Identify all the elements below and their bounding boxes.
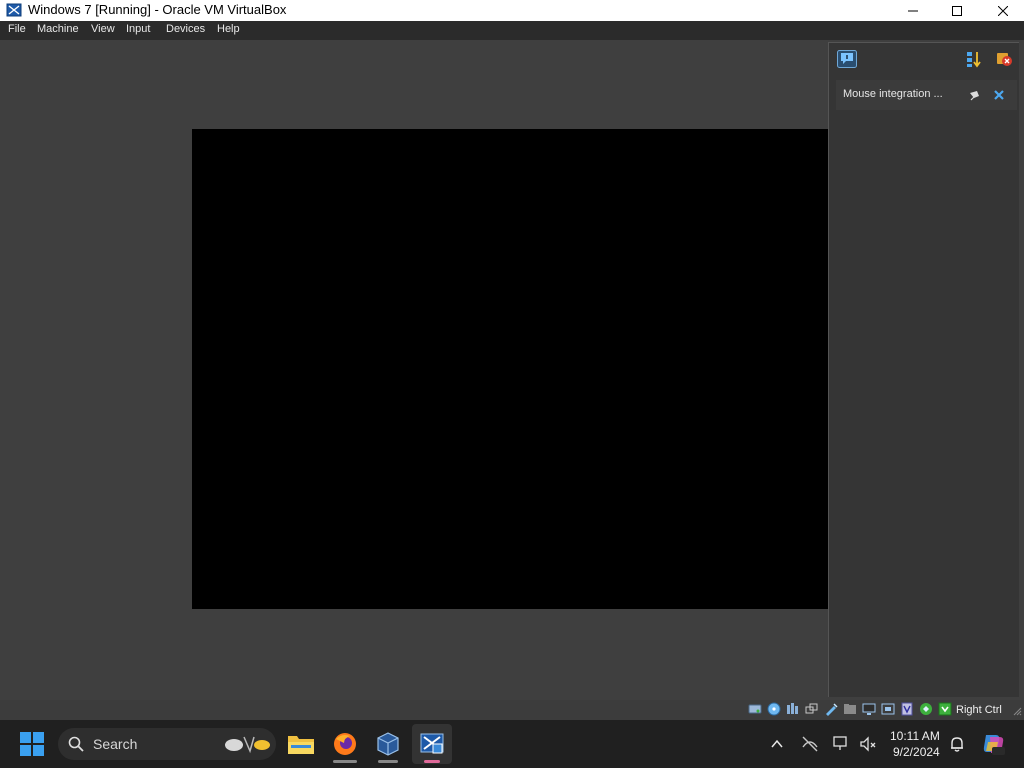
keyboard-capture-icon[interactable] bbox=[938, 702, 952, 716]
start-button[interactable] bbox=[12, 724, 52, 764]
minimize-icon bbox=[908, 10, 918, 11]
notification-center-panel bbox=[828, 42, 1019, 697]
volume-muted-icon[interactable] bbox=[858, 734, 878, 754]
network-icon[interactable] bbox=[805, 702, 819, 716]
copilot-icon[interactable] bbox=[980, 732, 1006, 756]
close-button[interactable] bbox=[980, 0, 1024, 21]
show-hidden-icons-chevron-icon[interactable] bbox=[770, 737, 784, 751]
firefox-running-indicator bbox=[333, 760, 357, 763]
taskbar-virtualbox-vm[interactable] bbox=[412, 724, 452, 764]
menu-bar: File Machine View Input Devices Help bbox=[0, 21, 1024, 40]
shared-folders-icon[interactable] bbox=[843, 702, 857, 716]
vm-active-indicator bbox=[424, 760, 440, 763]
maximize-icon bbox=[952, 5, 962, 16]
network-status-icon[interactable] bbox=[832, 734, 852, 754]
recording-icon[interactable] bbox=[881, 702, 895, 716]
virtualization-engine-icon[interactable] bbox=[900, 702, 914, 716]
notification-text: Mouse integration ... bbox=[843, 88, 943, 100]
vm-guest-screen[interactable] bbox=[192, 129, 829, 609]
taskbar-search-box[interactable]: Search bbox=[58, 728, 276, 760]
taskbar-file-explorer[interactable] bbox=[281, 724, 321, 764]
pin-notification-icon[interactable] bbox=[968, 88, 982, 102]
clear-all-notifications-icon[interactable] bbox=[995, 50, 1013, 68]
window-title: Windows 7 [Running] - Oracle VM VirtualB… bbox=[28, 2, 287, 17]
search-icon bbox=[68, 736, 84, 752]
menu-input[interactable]: Input bbox=[126, 23, 150, 35]
display-icon[interactable] bbox=[862, 702, 876, 716]
menu-devices[interactable]: Devices bbox=[166, 23, 205, 35]
notification-center-toggle-icon[interactable] bbox=[837, 50, 857, 68]
host-key-label[interactable]: Right Ctrl bbox=[956, 704, 1002, 716]
sort-order-icon[interactable] bbox=[965, 50, 983, 68]
usb-icon[interactable] bbox=[824, 702, 838, 716]
file-explorer-icon bbox=[288, 736, 314, 754]
search-highlight-icon bbox=[225, 736, 270, 754]
mouse-integration-icon[interactable] bbox=[919, 702, 933, 716]
firefox-icon bbox=[334, 733, 356, 755]
menu-machine[interactable]: Machine bbox=[37, 23, 79, 35]
notification-bell-icon[interactable] bbox=[948, 735, 966, 753]
close-icon bbox=[998, 5, 1008, 16]
menu-view[interactable]: View bbox=[91, 23, 115, 35]
taskbar-firefox[interactable] bbox=[325, 724, 365, 764]
optical-drive-icon[interactable] bbox=[767, 702, 781, 716]
close-notification-icon[interactable] bbox=[992, 88, 1006, 102]
menu-help[interactable]: Help bbox=[217, 23, 240, 35]
network-disconnected-icon[interactable] bbox=[801, 735, 819, 753]
maximize-button[interactable] bbox=[934, 0, 980, 21]
notification-item: Mouse integration ... bbox=[836, 80, 1017, 110]
virtualbox-vm-icon bbox=[420, 733, 444, 754]
audio-icon[interactable] bbox=[786, 702, 800, 716]
minimize-button[interactable] bbox=[890, 0, 936, 21]
title-bar: Windows 7 [Running] - Oracle VM VirtualB… bbox=[0, 0, 1024, 21]
windows-start-icon bbox=[20, 732, 44, 756]
hard-disk-icon[interactable] bbox=[748, 702, 762, 716]
search-label: Search bbox=[93, 736, 138, 752]
clock-date[interactable]: 9/2/2024 bbox=[893, 745, 940, 759]
virtualbox-manager-icon bbox=[377, 732, 399, 756]
resize-grip-icon[interactable] bbox=[1012, 704, 1022, 716]
virtualbox-app-icon bbox=[6, 3, 22, 17]
virtualbox-manager-running-indicator bbox=[378, 760, 398, 763]
menu-file[interactable]: File bbox=[8, 23, 26, 35]
clock-time[interactable]: 10:11 AM bbox=[890, 729, 940, 743]
taskbar-virtualbox-manager[interactable] bbox=[368, 724, 408, 764]
